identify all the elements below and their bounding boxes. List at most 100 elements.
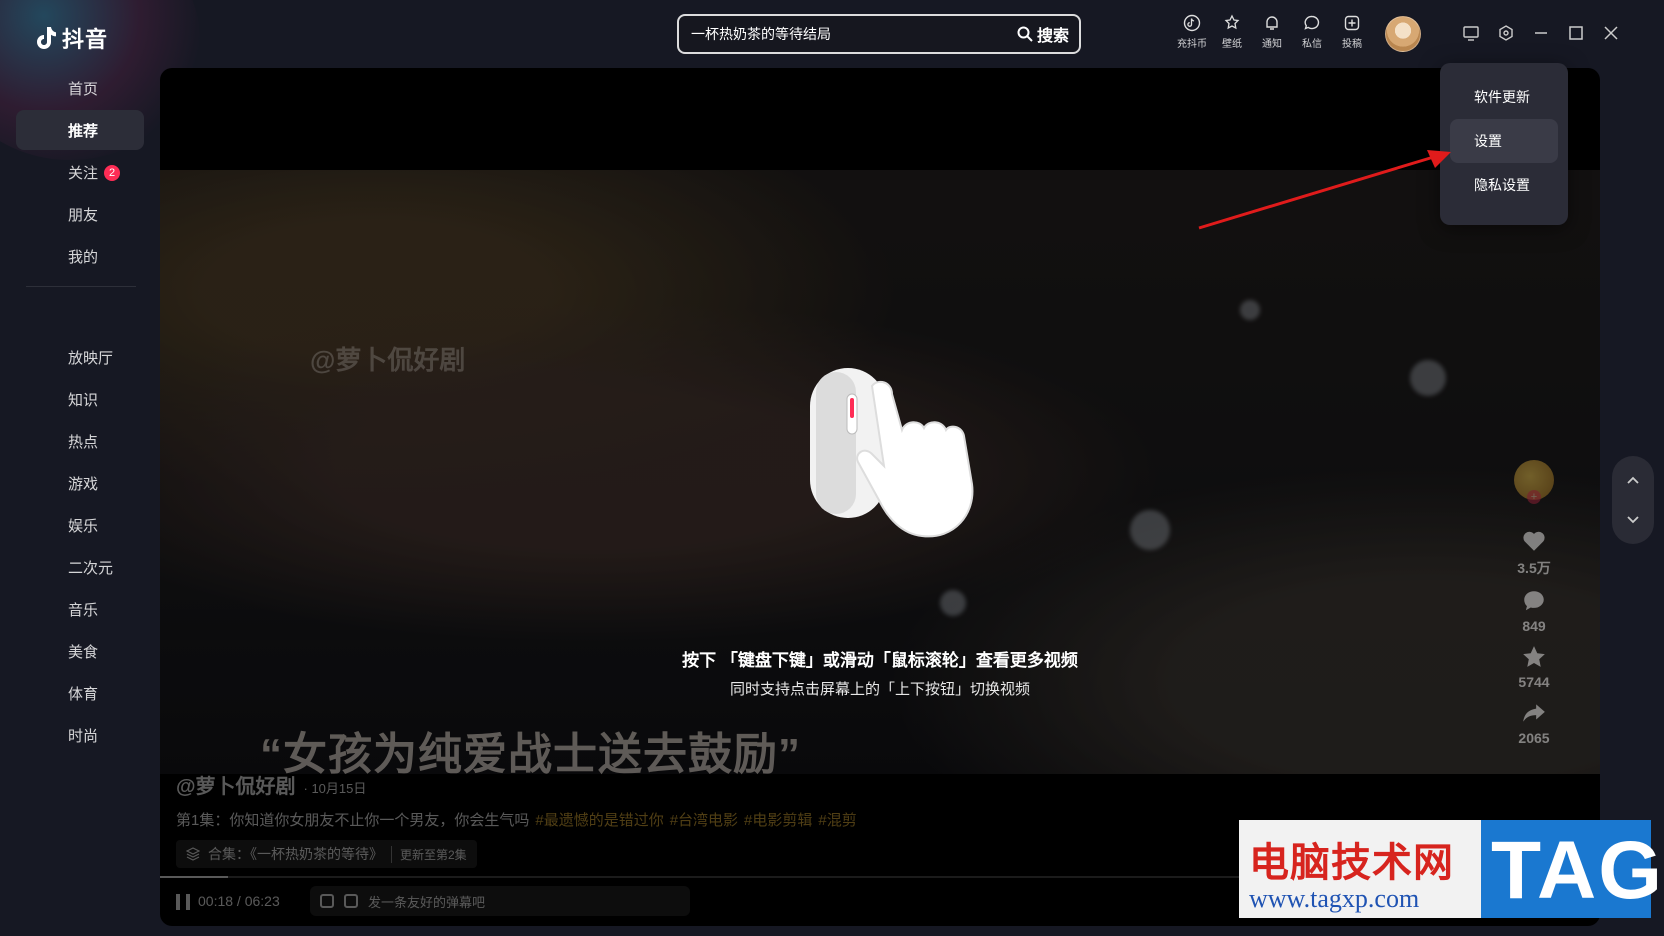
hashtag[interactable]: #最遗憾的是错过你: [535, 812, 663, 829]
search-box: 一杯热奶茶的等待结局 搜索: [677, 14, 1081, 54]
follow-plus-icon[interactable]: +: [1527, 490, 1541, 504]
recharge-label: 充抖币: [1177, 39, 1207, 50]
logo-text: 抖音: [62, 27, 109, 52]
sidebar-item-label: 放映厅: [68, 349, 114, 367]
site-watermark-url: www.tagxp.com: [1249, 884, 1420, 913]
minimize-button[interactable]: [1530, 20, 1551, 46]
user-avatar[interactable]: [1385, 16, 1421, 52]
hashtag[interactable]: #电影剪辑: [744, 812, 812, 829]
comment-button[interactable]: 849: [1521, 588, 1547, 634]
wallpaper-button[interactable]: 壁纸: [1216, 14, 1248, 50]
sidebar-item-entertainment[interactable]: 娱乐: [16, 505, 144, 545]
tiktok-coin-icon: [1183, 14, 1201, 32]
like-count: 3.5万: [1517, 560, 1551, 576]
scroll-guide-title: 按下 「键盘下键」或滑动「鼠标滚轮」查看更多视频: [682, 651, 1078, 670]
sidebar-item-label: 音乐: [68, 601, 99, 619]
scroll-guide: [160, 368, 1600, 563]
share-button[interactable]: 2065: [1518, 700, 1550, 746]
site-watermark-tag-panel: TAG: [1481, 820, 1662, 918]
star-icon: [1523, 646, 1545, 667]
notification-button[interactable]: 通知: [1256, 14, 1288, 50]
search-input[interactable]: 一杯热奶茶的等待结局: [679, 24, 1017, 44]
sidebar-item-mine[interactable]: 我的: [16, 236, 144, 276]
sidebar-item-following[interactable]: 关注 2: [16, 152, 144, 192]
upload-icon: [1344, 15, 1360, 31]
search-button-label: 搜索: [1036, 28, 1069, 45]
video-switcher: [1612, 456, 1654, 544]
hashtag[interactable]: #混剪: [818, 812, 856, 829]
description-text: 第1集：你知道你女朋友不止你一个男友，你会生气吗: [176, 812, 530, 829]
upload-button[interactable]: 投稿: [1336, 14, 1368, 50]
share-icon: [1523, 704, 1545, 722]
menu-item-settings[interactable]: 设置: [1450, 119, 1558, 163]
recharge-button[interactable]: 充抖币: [1176, 14, 1208, 50]
sidebar-item-knowledge[interactable]: 知识: [16, 379, 144, 419]
video-action-bar: + 3.5万 849 5744 2065: [1506, 460, 1562, 746]
sidebar-item-label: 首页: [68, 80, 99, 98]
sidebar-item-acg[interactable]: 二次元: [16, 547, 144, 587]
scroll-guide-subtitle: 同时支持点击屏幕上的「上下按钮」切换视频: [729, 681, 1030, 698]
author-name[interactable]: @萝卜侃好剧: [176, 776, 296, 798]
author-avatar[interactable]: +: [1514, 460, 1554, 504]
sidebar-item-label: 游戏: [68, 475, 99, 493]
site-watermark: 电脑技术网 www.tagxp.com TAG: [1239, 820, 1662, 918]
sidebar-divider: [26, 286, 136, 287]
like-button[interactable]: 3.5万: [1517, 528, 1551, 578]
logo[interactable]: 抖音: [34, 22, 108, 54]
sidebar-item-food[interactable]: 美食: [16, 631, 144, 671]
red-annotation-arrow: [1198, 150, 1451, 230]
menu-item-software-update[interactable]: 软件更新: [1450, 75, 1558, 119]
close-button[interactable]: [1600, 20, 1621, 46]
chat-icon: [1304, 15, 1320, 30]
favorite-count: 5744: [1518, 674, 1550, 690]
screencast-icon: [1462, 26, 1479, 41]
hashtag[interactable]: #台湾电影: [670, 812, 738, 829]
header-actions: 充抖币 壁纸 通知 私信 投稿: [1176, 14, 1368, 50]
search-button[interactable]: 搜索: [1017, 22, 1079, 46]
video-description: 第1集：你知道你女朋友不止你一个男友，你会生气吗 #最遗憾的是错过你 #台湾电影 #电…: [176, 809, 857, 830]
maximize-button[interactable]: [1565, 20, 1586, 46]
sidebar-item-label: 关注: [68, 164, 99, 182]
sidebar-item-fashion[interactable]: 时尚: [16, 715, 144, 755]
message-button[interactable]: 私信: [1296, 14, 1328, 50]
sidebar-item-sports[interactable]: 体育: [16, 673, 144, 713]
chevron-up-icon[interactable]: [1623, 471, 1643, 491]
video-info: @萝卜侃好剧 · 10月15日 第1集：你知道你女朋友不止你一个男友，你会生气吗 #…: [176, 770, 857, 868]
sidebar-item-recommend[interactable]: 推荐: [16, 110, 144, 150]
hexagon-settings-icon: [1498, 25, 1513, 41]
danmu-settings-icon[interactable]: [344, 894, 358, 908]
settings-menu-button[interactable]: [1495, 20, 1516, 46]
collection-update: 更新至第2集: [391, 845, 467, 863]
progress-fill: [160, 876, 228, 878]
sidebar-item-label: 知识: [68, 391, 99, 409]
sidebar-item-home[interactable]: 首页: [16, 68, 144, 108]
post-date: · 10月15日: [303, 781, 367, 796]
favorite-button[interactable]: 5744: [1518, 644, 1550, 690]
layers-icon: [186, 847, 200, 861]
bell-icon: [1266, 16, 1278, 30]
sidebar-item-friends[interactable]: 朋友: [16, 194, 144, 234]
maximize-icon: [1568, 26, 1583, 40]
pause-icon[interactable]: [176, 894, 190, 910]
sidebar-item-label: 体育: [68, 685, 99, 703]
sidebar-item-label: 美食: [68, 643, 99, 661]
douyin-logo-icon: [37, 27, 56, 49]
heart-icon: [1523, 531, 1545, 551]
search-icon: [1017, 26, 1033, 42]
sidebar-item-games[interactable]: 游戏: [16, 463, 144, 503]
sidebar-item-music[interactable]: 音乐: [16, 589, 144, 629]
sidebar-item-label: 时尚: [68, 727, 99, 745]
sidebar-item-label: 推荐: [68, 122, 99, 140]
danmu-toggle-icon[interactable]: [320, 894, 334, 908]
sidebar-item-label: 娱乐: [68, 517, 99, 535]
minimize-icon: [1534, 32, 1547, 34]
screencast-button[interactable]: [1460, 20, 1481, 46]
danmu-input[interactable]: 发一条友好的弹幕吧: [368, 892, 485, 911]
wallpaper-label: 壁纸: [1222, 39, 1242, 50]
sidebar-item-hot[interactable]: 热点: [16, 421, 144, 461]
chevron-down-icon[interactable]: [1623, 509, 1643, 529]
sidebar-item-cinema[interactable]: 放映厅: [16, 337, 144, 377]
site-watermark-tag: TAG: [1491, 825, 1664, 916]
collection-chip[interactable]: 合集：《一杯热奶茶的等待》 更新至第2集: [176, 840, 477, 868]
menu-item-privacy-settings[interactable]: 隐私设置: [1450, 163, 1558, 207]
